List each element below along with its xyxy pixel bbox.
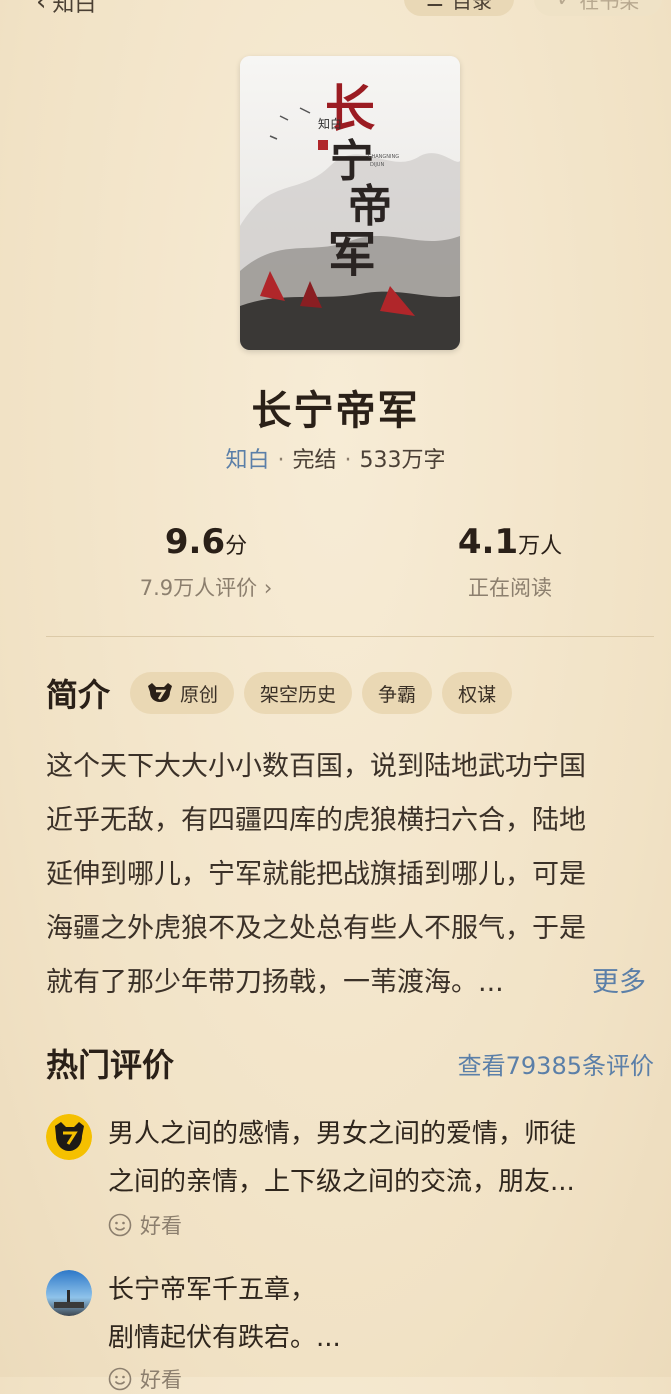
book-cover[interactable]: 长 宁 帝 军 知白 CHANGNING DIJUN: [240, 56, 460, 350]
reaction-badge[interactable]: 好看: [108, 1210, 182, 1240]
cover-pinyin-1: CHANGNING: [368, 154, 399, 160]
readers-unit: 万人: [518, 534, 563, 559]
hot-reviews-title: 热门评价: [46, 1046, 175, 1084]
book-status: 完结: [292, 448, 337, 473]
directory-label: 目录: [451, 0, 492, 13]
cat-icon: [148, 683, 173, 702]
review-item[interactable]: 男人之间的感情，男女之间的爱情，师徒 之间的亲情，上下级之间的交流，朋友... …: [46, 1110, 654, 1250]
readers-label: 正在阅读: [468, 576, 552, 600]
description-line: 就有了那少年带刀扬戟，一苇渡海。...: [46, 967, 504, 998]
directory-button[interactable]: ☰ 目录: [404, 0, 514, 16]
tag-hegemony[interactable]: 争霸: [362, 672, 433, 714]
rating-stat[interactable]: 9.6分 7.9万人评价 ›: [86, 522, 326, 602]
cover-author: 知白: [318, 116, 342, 131]
description-line: 近乎无敌，有四疆四库的虎狼横扫六合，陆地: [46, 805, 586, 836]
smile-icon: [108, 1213, 132, 1237]
reaction-label: 好看: [140, 1214, 182, 1238]
view-all-reviews-link[interactable]: 查看79385条评价: [458, 1046, 654, 1081]
list-icon: ☰: [426, 0, 444, 11]
svg-text:帝: 帝: [348, 181, 392, 232]
avatar: [46, 1270, 92, 1316]
svg-text:军: 军: [328, 227, 376, 283]
more-link[interactable]: 更多: [592, 956, 646, 1010]
book-title: 长宁帝军: [251, 388, 420, 434]
tag-label: 架空历史: [260, 683, 337, 706]
book-meta: 知白 · 完结 · 533万字: [0, 442, 671, 474]
smile-icon: [108, 1367, 132, 1391]
divider: [46, 636, 654, 637]
hot-reviews-header: 热门评价 查看79385条评价: [46, 1040, 654, 1086]
review-text-line: 长宁帝军千五章，: [108, 1275, 317, 1305]
description-line: 延伸到哪儿，宁军就能把战旗插到哪儿，可是: [46, 859, 586, 890]
svg-text:宁: 宁: [330, 136, 374, 187]
back-label: 知白: [52, 0, 97, 17]
separator-dot: ·: [344, 448, 352, 473]
chevron-right-icon: ›: [263, 576, 273, 600]
readers-stat: 4.1万人 正在阅读: [390, 522, 630, 602]
word-count: 533万字: [359, 448, 446, 473]
tag-label: 争霸: [378, 683, 417, 706]
shelf-button[interactable]: ✓ 在书架: [534, 0, 662, 16]
rating-unit: 分: [225, 534, 248, 559]
shelf-label: 在书架: [579, 0, 640, 13]
raters-count: 7.9万人评价: [139, 576, 258, 600]
avatar: [46, 1114, 92, 1160]
back-button[interactable]: ‹ 知白: [36, 0, 96, 18]
intro-title: 简介: [46, 676, 111, 714]
review-text-line: 之间的亲情，上下级之间的交流，朋友...: [108, 1167, 575, 1197]
cover-pinyin-2: DIJUN: [370, 162, 384, 168]
cover-art: 长 宁 帝 军 知白 CHANGNING DIJUN: [240, 56, 460, 350]
reaction-label: 好看: [140, 1368, 182, 1392]
tag-label: 原创: [180, 683, 219, 706]
review-text-line: 剧情起伏有跌宕。...: [108, 1323, 341, 1353]
intro-header: 简介 原创 架空历史 争霸 权谋: [46, 670, 522, 716]
reaction-badge[interactable]: 好看: [108, 1364, 182, 1394]
author-link[interactable]: 知白: [225, 448, 269, 473]
rating-score: 9.6: [164, 522, 226, 562]
tag-label: 权谋: [458, 683, 497, 706]
tag-intrigue[interactable]: 权谋: [442, 672, 513, 714]
review-item[interactable]: 长宁帝军千五章， 剧情起伏有跌宕。... 好看: [46, 1266, 654, 1392]
review-text-line: 男人之间的感情，男女之间的爱情，师徒: [108, 1119, 577, 1149]
tag-original[interactable]: 原创: [130, 672, 235, 714]
tag-history[interactable]: 架空历史: [244, 672, 353, 714]
check-icon: ✓: [557, 0, 574, 11]
book-description: 这个天下大大小小数百国，说到陆地武功宁国 近乎无敌，有四疆四库的虎狼横扫六合，陆…: [46, 740, 646, 1010]
chevron-left-icon: ‹: [36, 0, 47, 17]
separator-dot: ·: [277, 448, 285, 473]
description-line: 海疆之外虎狼不及之处总有些人不服气，于是: [46, 913, 586, 944]
top-bar: ‹ 知白 ☰ 目录 ✓ 在书架: [0, 0, 671, 18]
readers-count: 4.1: [457, 522, 519, 562]
description-line: 这个天下大大小小数百国，说到陆地武功宁国: [46, 751, 586, 782]
